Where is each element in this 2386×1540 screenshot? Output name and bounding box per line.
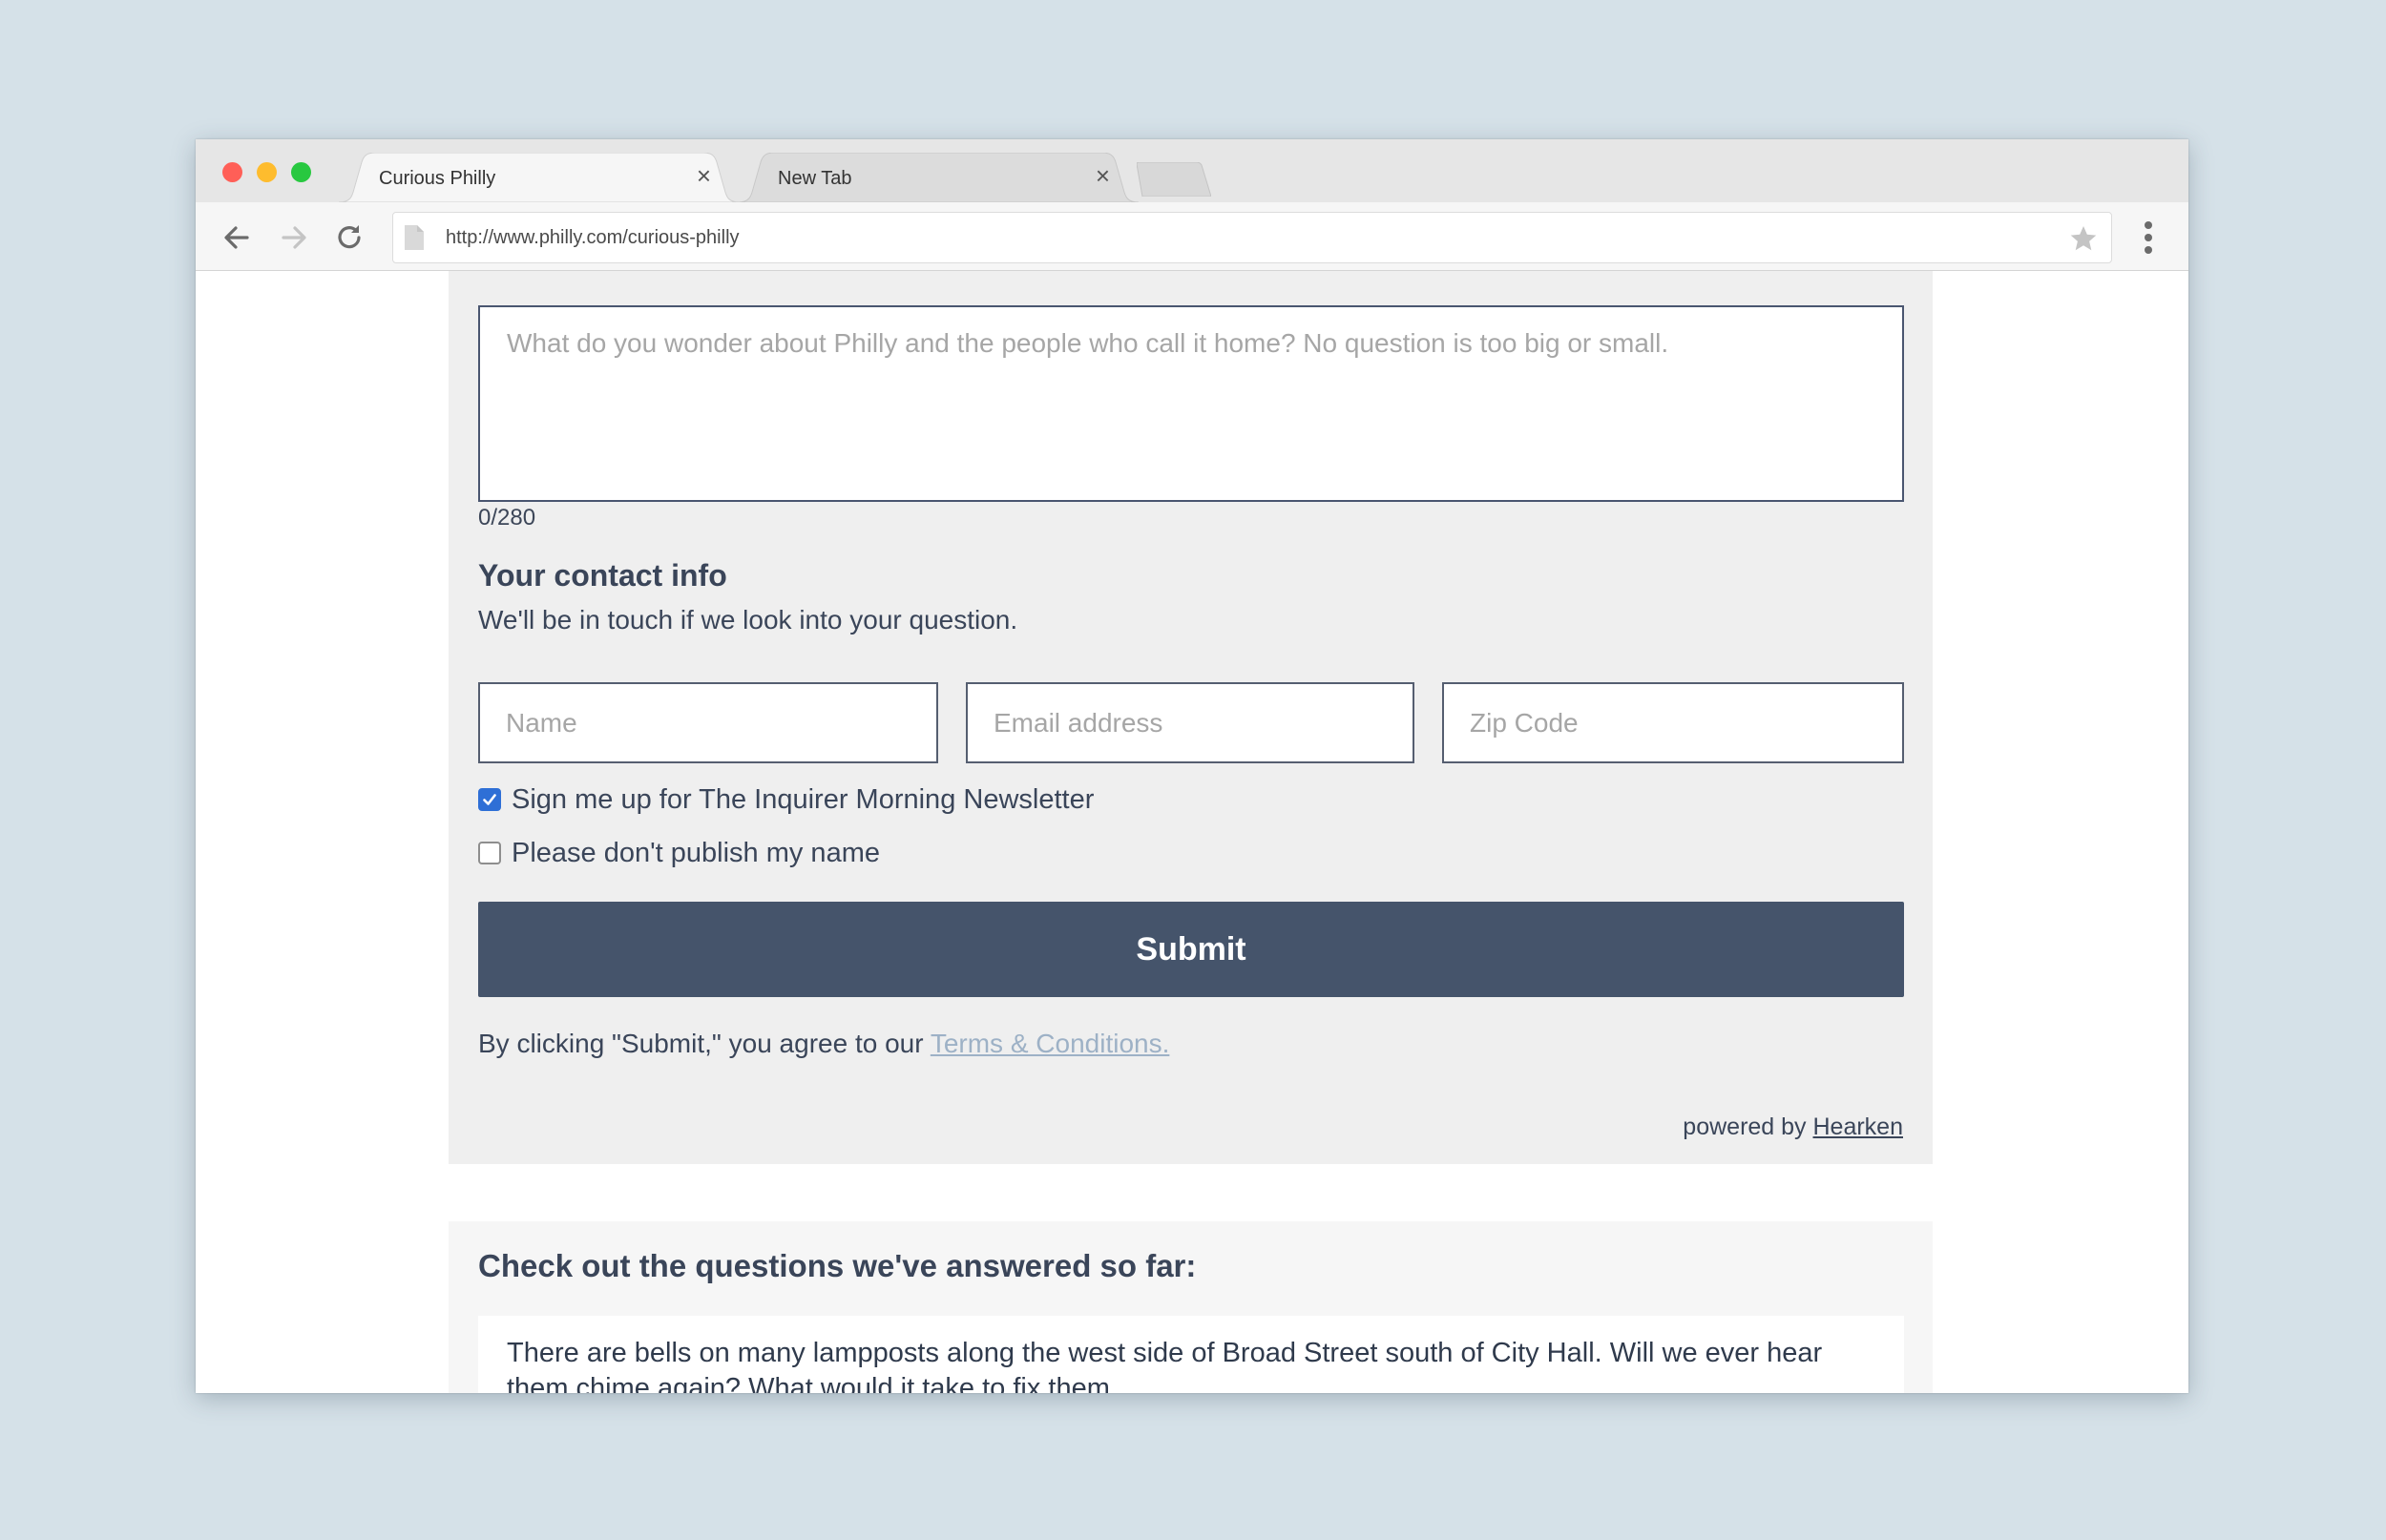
answered-question-text[interactable]: There are bells on many lampposts along … xyxy=(507,1336,1875,1393)
browser-window: New Tab × Curious Philly × http://www.ph… xyxy=(196,139,2188,1393)
list-item[interactable]: There are bells on many lampposts along … xyxy=(478,1316,1904,1393)
terms-link[interactable]: Terms & Conditions. xyxy=(931,1029,1170,1058)
tab-label: New Tab xyxy=(778,168,852,189)
star-icon[interactable] xyxy=(2069,224,2098,253)
name-field[interactable] xyxy=(478,682,938,763)
close-tab-icon[interactable]: × xyxy=(1096,162,1110,189)
arrow-left-icon[interactable] xyxy=(220,221,253,254)
answered-questions: Check out the questions we've answered s… xyxy=(449,1221,1933,1393)
powered-prefix: powered by xyxy=(1683,1113,1807,1140)
kebab-menu-icon[interactable] xyxy=(2143,219,2154,256)
newsletter-checkbox[interactable] xyxy=(478,788,501,811)
character-counter: 0/280 xyxy=(478,505,536,531)
powered-by: powered by Hearken xyxy=(1683,1113,1903,1141)
question-input[interactable] xyxy=(478,305,1904,502)
new-tab-button[interactable] xyxy=(1137,162,1211,197)
reload-icon[interactable] xyxy=(333,221,366,254)
contact-heading: Your contact info xyxy=(478,558,727,593)
anonymous-label[interactable]: Please don't publish my name xyxy=(512,838,880,869)
checkmark-icon xyxy=(483,794,496,805)
tab-label: Curious Philly xyxy=(379,168,496,189)
address-bar[interactable]: http://www.philly.com/curious-philly xyxy=(392,212,2112,263)
answered-heading: Check out the questions we've answered s… xyxy=(478,1248,1197,1283)
anonymous-checkbox[interactable] xyxy=(478,842,501,864)
url-text[interactable]: http://www.philly.com/curious-philly xyxy=(446,227,740,249)
terms-prefix: By clicking "Submit," you agree to our xyxy=(478,1029,924,1058)
arrow-right-icon[interactable] xyxy=(278,221,310,254)
maximize-window-button[interactable] xyxy=(291,162,311,182)
question-form: 0/280 Your contact info We'll be in touc… xyxy=(449,271,1933,1164)
contact-subtext: We'll be in touch if we look into your q… xyxy=(478,605,1018,635)
submit-button[interactable]: Submit xyxy=(478,902,1904,997)
email-field[interactable] xyxy=(966,682,1414,763)
page-icon xyxy=(405,225,424,250)
tab-strip: New Tab × Curious Philly × xyxy=(196,139,2188,202)
tab-new-tab[interactable]: New Tab × xyxy=(738,153,1139,202)
close-window-button[interactable] xyxy=(222,162,242,182)
minimize-window-button[interactable] xyxy=(257,162,277,182)
hearken-link[interactable]: Hearken xyxy=(1813,1113,1904,1140)
terms-notice: By clicking "Submit," you agree to our T… xyxy=(478,1029,1169,1059)
close-tab-icon[interactable]: × xyxy=(697,162,711,189)
zip-code-field[interactable] xyxy=(1442,682,1904,763)
page-viewport: 0/280 Your contact info We'll be in touc… xyxy=(196,271,2188,1393)
newsletter-label[interactable]: Sign me up for The Inquirer Morning News… xyxy=(512,784,1094,816)
tab-curious-philly[interactable]: Curious Philly × xyxy=(339,153,740,202)
browser-toolbar: http://www.philly.com/curious-philly xyxy=(196,202,2188,271)
